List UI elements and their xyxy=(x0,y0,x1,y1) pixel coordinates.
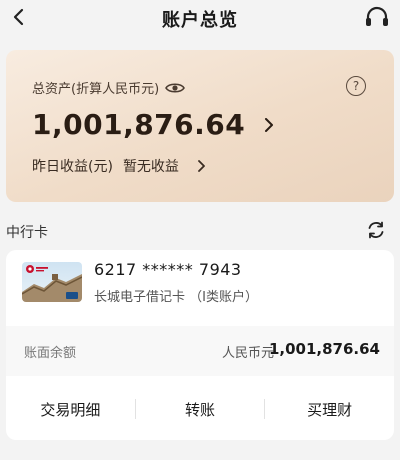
buy-wealth-product-button[interactable]: 买理财 xyxy=(265,386,394,432)
balance-currency: 人民币元 xyxy=(221,346,274,361)
balance-row: 账面余额 人民币元 1,001,876.64 xyxy=(6,326,394,376)
page-title: 账户总览 xyxy=(162,10,238,31)
great-wall-card-image xyxy=(22,262,82,302)
yesterday-yield-label: 昨日收益(元) xyxy=(32,159,113,175)
refresh-icon[interactable] xyxy=(366,220,386,240)
card-info-row[interactable]: 6217 ****** 7943 长城电子借记卡 （I类账户） xyxy=(6,250,394,322)
help-symbol: ? xyxy=(352,79,360,93)
eye-icon[interactable] xyxy=(165,81,186,95)
transfer-button[interactable]: 转账 xyxy=(136,386,265,432)
question-icon[interactable]: ? xyxy=(346,76,366,96)
card-thumbnail xyxy=(22,262,82,302)
customer-service-button[interactable] xyxy=(362,4,392,32)
card-section-header: 中行卡 xyxy=(0,218,400,244)
total-assets-amount: 1,001,876.64 xyxy=(32,108,246,141)
card-actions: 交易明细 转账 买理财 xyxy=(6,386,394,432)
yesterday-yield-value: 暂无收益 xyxy=(122,159,179,175)
headset-icon xyxy=(366,6,388,26)
top-bar: 账户总览 xyxy=(0,0,400,38)
balance-amount: 1,001,876.64 xyxy=(268,340,380,358)
total-assets-label-row: 总资产(折算人民币元) xyxy=(32,78,186,97)
total-assets-label: 总资产(折算人民币元) xyxy=(32,82,160,97)
card-number: 6217 ****** 7943 xyxy=(94,260,242,279)
total-assets-link[interactable]: 1,001,876.64 xyxy=(32,108,275,141)
bank-card-panel: 6217 ****** 7943 长城电子借记卡 （I类账户） 账面余额 人民币… xyxy=(6,250,394,440)
transaction-details-button[interactable]: 交易明细 xyxy=(6,386,135,432)
chevron-right-icon xyxy=(198,160,205,172)
total-assets-card: 总资产(折算人民币元) ? 1,001,876.64 昨日收益(元) 暂无收益 xyxy=(6,50,394,202)
balance-label: 账面余额 xyxy=(24,346,77,361)
yesterday-yield-link[interactable]: 昨日收益(元) 暂无收益 xyxy=(32,156,207,176)
card-type: 长城电子借记卡 （I类账户） xyxy=(94,290,258,305)
chevron-right-icon xyxy=(265,117,274,132)
section-title: 中行卡 xyxy=(6,225,48,241)
